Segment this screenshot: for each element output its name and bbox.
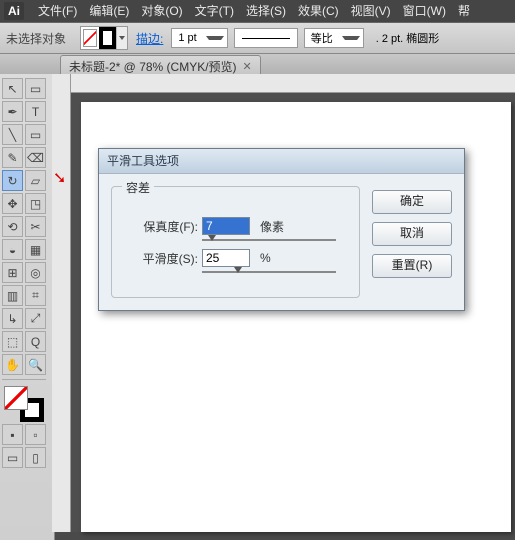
tool-mesh[interactable]: ⊞	[2, 262, 23, 283]
tool-perspective[interactable]: ▦	[25, 239, 46, 260]
fidelity-input[interactable]	[202, 217, 250, 235]
tool-panel: ↖ ▭ ✒ T ╲ ▭ ✎ ⌫ ↻ ▱ ✥ ◳ ⟲ ✂ ◒ ▦ ⊞ ◎ ▥ ⌗ …	[0, 74, 55, 540]
dialog-buttons: 确定 取消 重置(R)	[372, 186, 452, 298]
ruler-horizontal	[71, 74, 515, 93]
reset-button[interactable]: 重置(R)	[372, 254, 452, 278]
stroke-weight-value: 1 pt	[172, 32, 202, 44]
slider-handle-icon	[208, 235, 216, 241]
close-tab-icon[interactable]: ✕	[243, 60, 252, 73]
tool-eyedrop[interactable]: ▥	[2, 285, 23, 306]
tool-direct[interactable]: ▭	[25, 78, 46, 99]
menu-select[interactable]: 选择(S)	[240, 0, 292, 22]
menu-file[interactable]: 文件(F)	[32, 0, 83, 22]
tool-free[interactable]: ✂	[25, 216, 46, 237]
tool-gradient[interactable]: ◎	[25, 262, 46, 283]
menu-help[interactable]: 帮	[452, 0, 476, 22]
fidelity-slider[interactable]	[202, 239, 336, 241]
tool-magicwand[interactable]: ✒	[2, 101, 23, 122]
group-legend: 容差	[122, 179, 154, 196]
screen-mode-2[interactable]: ▯	[25, 447, 46, 468]
smooth-label: 平滑度(S):	[126, 250, 198, 267]
tool-blend[interactable]: ⌗	[25, 285, 46, 306]
tool-scale[interactable]: ◳	[25, 193, 46, 214]
tool-selection[interactable]: ↖	[2, 78, 23, 99]
tolerance-group: 容差 保真度(F): 像素 平滑度(S): %	[111, 186, 360, 298]
document-tab[interactable]: 未标题-2* @ 78% (CMYK/预览) ✕	[60, 55, 261, 76]
selection-status: 未选择对象	[6, 30, 74, 47]
menu-bar: Ai 文件(F) 编辑(E) 对象(O) 文字(T) 选择(S) 效果(C) 视…	[0, 0, 515, 22]
menu-object[interactable]: 对象(O)	[135, 0, 188, 22]
menu-effect[interactable]: 效果(C)	[292, 0, 345, 22]
smooth-tool-options-dialog: 平滑工具选项 容差 保真度(F): 像素 平滑度(S): % 确定 取消 重置(…	[98, 148, 465, 311]
menu-text[interactable]: 文字(T)	[189, 0, 240, 22]
tool-zoom[interactable]: 🔍	[25, 354, 46, 375]
tool-pen[interactable]: ╲	[2, 124, 23, 145]
fill-none-icon	[81, 27, 99, 49]
brush-info-text: . 2 pt. 椭圆形	[370, 30, 446, 46]
tool-type[interactable]: ▭	[25, 124, 46, 145]
app-logo: Ai	[4, 2, 24, 20]
options-bar: 未选择对象 描边: 1 pt 等比 . 2 pt. 椭圆形	[0, 22, 515, 54]
tool-divider	[2, 379, 46, 380]
fill-stroke-control[interactable]	[2, 386, 46, 422]
ruler-vertical	[52, 74, 71, 532]
screen-mode-1[interactable]: ▭	[2, 447, 23, 468]
tool-symbol[interactable]: ↳	[2, 308, 23, 329]
color-mode-2[interactable]: ▫	[25, 424, 46, 445]
tool-rotate[interactable]: ✥	[2, 193, 23, 214]
tool-shapebuilder[interactable]: ◒	[2, 239, 23, 260]
menu-view[interactable]: 视图(V)	[345, 0, 397, 22]
tool-line[interactable]: ✎	[2, 147, 23, 168]
stroke-weight-combo[interactable]: 1 pt	[171, 28, 227, 48]
tool-eraser[interactable]: ▱	[25, 170, 46, 191]
tool-slice[interactable]: Q	[25, 331, 46, 352]
uniform-combo[interactable]: 等比	[304, 28, 364, 48]
smooth-slider[interactable]	[202, 271, 336, 273]
tool-lasso[interactable]: T	[25, 101, 46, 122]
stroke-black-icon	[99, 27, 117, 49]
fidelity-label: 保真度(F):	[126, 218, 198, 235]
fill-chip-icon	[4, 386, 28, 410]
tool-artboard[interactable]: ⬚	[2, 331, 23, 352]
fill-stroke-swatch[interactable]	[80, 26, 128, 50]
fidelity-unit: 像素	[260, 218, 284, 235]
tool-pencil[interactable]: ↻	[2, 170, 23, 191]
uniform-label: 等比	[305, 30, 339, 46]
smooth-unit: %	[260, 251, 271, 265]
brush-info: . 2 pt. 椭圆形	[370, 29, 446, 47]
tool-graph[interactable]: ⤢	[25, 308, 46, 329]
color-mode-1[interactable]: ▪	[2, 424, 23, 445]
stroke-label-link[interactable]: 描边:	[134, 30, 165, 47]
stroke-style-preview[interactable]	[234, 28, 298, 48]
menu-window[interactable]: 窗口(W)	[397, 0, 452, 22]
tool-rect[interactable]: ⌫	[25, 147, 46, 168]
menu-edit[interactable]: 编辑(E)	[83, 0, 135, 22]
slider-handle-icon	[234, 267, 242, 273]
tool-width[interactable]: ⟲	[2, 216, 23, 237]
cancel-button[interactable]: 取消	[372, 222, 452, 246]
smooth-input[interactable]	[202, 249, 250, 267]
swatch-dropdown[interactable]	[116, 27, 127, 49]
tool-hand[interactable]: ✋	[2, 354, 23, 375]
ok-button[interactable]: 确定	[372, 190, 452, 214]
document-tab-title: 未标题-2* @ 78% (CMYK/预览)	[69, 58, 237, 75]
dialog-title: 平滑工具选项	[99, 149, 464, 174]
